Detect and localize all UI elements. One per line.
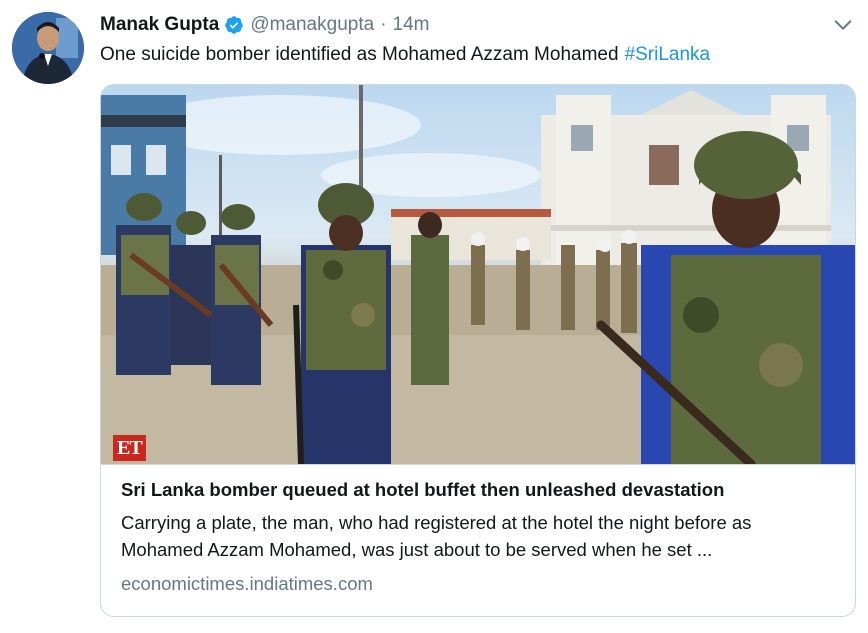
separator-dot: · <box>380 14 387 35</box>
verified-badge-icon <box>225 16 244 34</box>
link-card[interactable]: ET Sri Lanka bomber queued at hotel buff… <box>100 84 856 617</box>
card-description: Carrying a plate, the man, who had regis… <box>121 512 752 560</box>
card-image[interactable]: ET <box>101 85 855 464</box>
tweet-text-body: One suicide bomber identified as Mohamed… <box>100 44 619 65</box>
tweet-header: Manak Gupta @manakgupta · 14m <box>100 12 848 38</box>
chevron-down-icon[interactable] <box>832 14 854 36</box>
card-domain: economictimes.indiatimes.com <box>121 573 373 594</box>
avatar[interactable] <box>12 12 84 84</box>
tweet-timestamp[interactable]: 14m <box>393 14 430 36</box>
hashtag-link[interactable]: #SriLanka <box>625 44 711 65</box>
author-handle[interactable]: @manakgupta <box>250 14 374 36</box>
et-logo: ET <box>113 435 146 461</box>
author-name[interactable]: Manak Gupta <box>100 14 219 36</box>
card-body[interactable]: Sri Lanka bomber queued at hotel buffet … <box>101 464 855 616</box>
card-title[interactable]: Sri Lanka bomber queued at hotel buffet … <box>121 477 835 503</box>
tweet-text: One suicide bomber identified as Mohamed… <box>100 42 848 68</box>
